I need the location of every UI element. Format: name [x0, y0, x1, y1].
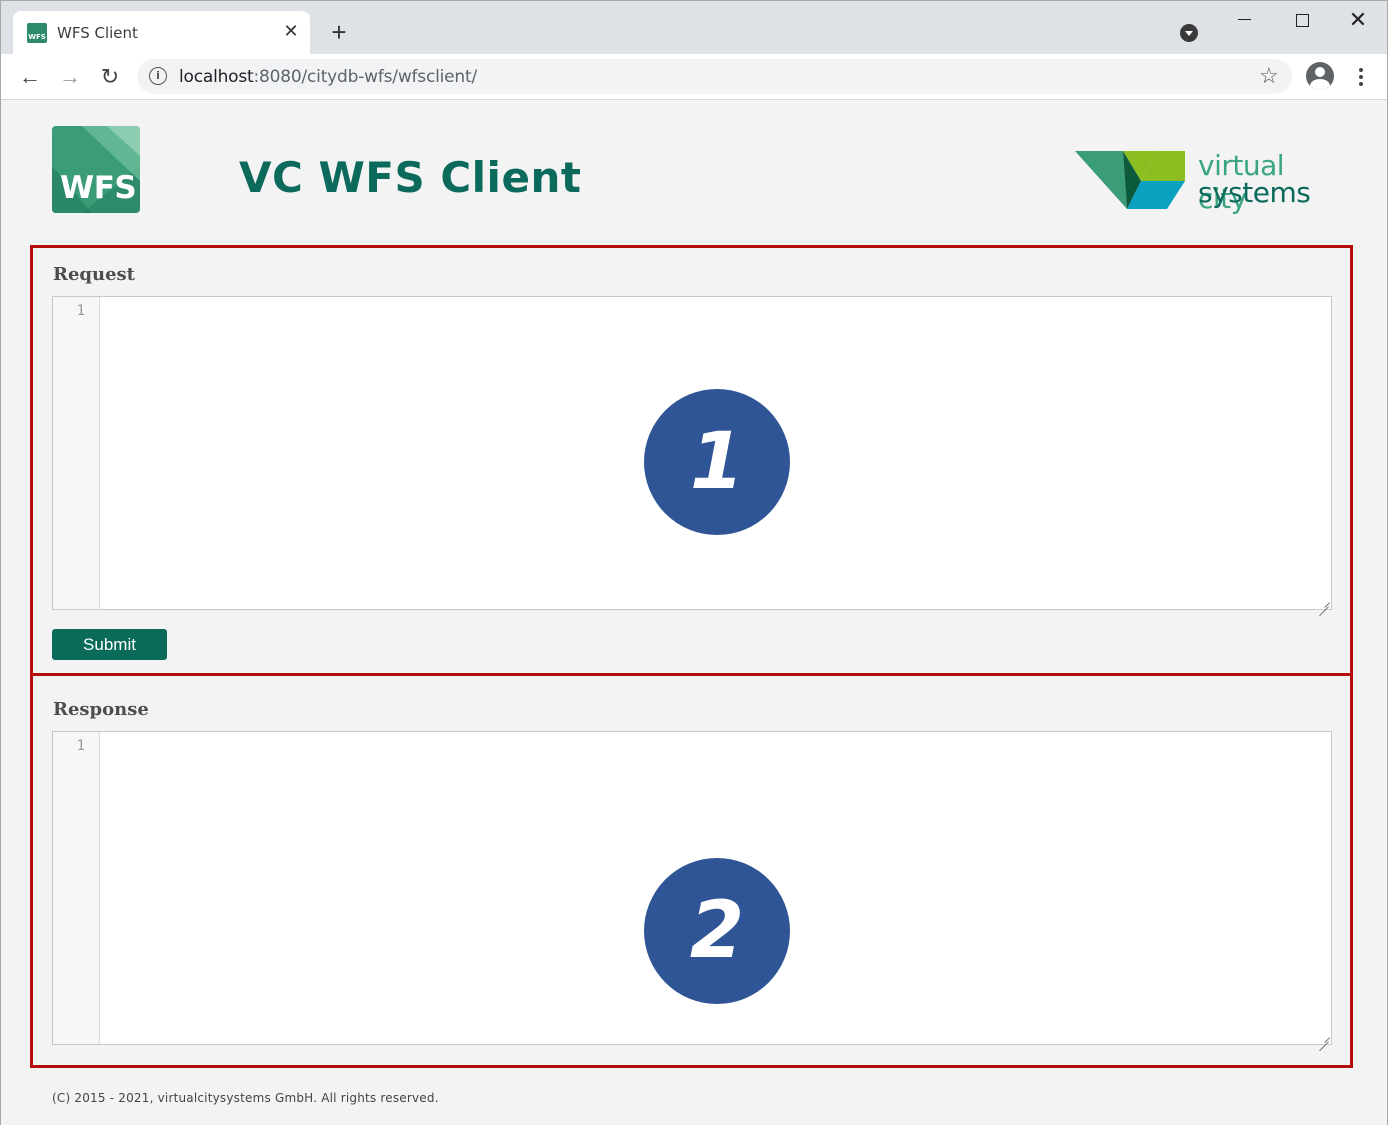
url-path: :8080/citydb-wfs/wfsclient/ — [253, 67, 478, 87]
virtualcitysystems-logo: virtual city systems — [1075, 149, 1330, 215]
browser-tab[interactable]: WFS WFS Client ✕ — [13, 11, 310, 54]
forward-arrow-icon[interactable]: → — [55, 62, 85, 92]
minimize-icon[interactable] — [1230, 7, 1260, 33]
close-window-icon[interactable]: ✕ — [1343, 7, 1373, 33]
line-number: 1 — [76, 303, 85, 319]
url-host: localhost — [179, 67, 254, 87]
maximize-icon[interactable] — [1287, 7, 1317, 33]
bookmark-star-icon[interactable]: ☆ — [1259, 63, 1279, 89]
info-icon[interactable]: i — [149, 67, 167, 85]
response-gutter: 1 — [53, 732, 100, 1044]
footer-copyright: (C) 2015 - 2021, virtualcitysystems GmbH… — [52, 1091, 439, 1105]
back-arrow-icon[interactable]: ← — [15, 62, 45, 92]
close-tab-icon[interactable]: ✕ — [281, 21, 301, 41]
browser-toolbar: ← → ↻ i localhost:8080/citydb-wfs/wfscli… — [1, 54, 1387, 100]
request-gutter: 1 — [53, 297, 100, 609]
page-title: VC WFS Client — [239, 153, 582, 202]
address-bar[interactable]: i localhost:8080/citydb-wfs/wfsclient/ ☆ — [137, 59, 1292, 94]
tab-search-icon[interactable] — [1180, 24, 1198, 42]
response-editor[interactable]: 1 2 — [52, 731, 1332, 1045]
reload-icon[interactable]: ↻ — [95, 62, 125, 92]
wfs-favicon-icon: WFS — [27, 23, 47, 43]
resize-handle-icon[interactable] — [1319, 1032, 1329, 1042]
response-section: Response 1 2 — [30, 673, 1353, 1068]
callout-marker-2: 2 — [644, 858, 790, 1004]
request-label: Request — [53, 264, 135, 285]
resize-handle-icon[interactable] — [1319, 597, 1329, 607]
callout-marker-1: 1 — [644, 389, 790, 535]
vcs-logo-mark-icon — [1075, 151, 1185, 209]
request-section: Request 1 1 Submit — [30, 245, 1353, 676]
page-content: WFS VC WFS Client virtual city systems R… — [1, 101, 1387, 1125]
brand-line-2: systems — [1198, 176, 1311, 209]
browser-window: WFS WFS Client ✕ + ✕ ← → ↻ i localhost:8… — [0, 0, 1388, 1125]
line-number: 1 — [76, 738, 85, 754]
kebab-menu-icon[interactable] — [1351, 62, 1371, 92]
tab-title: WFS Client — [57, 24, 138, 42]
wfs-logo-text: WFS — [60, 170, 137, 206]
profile-avatar-icon[interactable] — [1306, 62, 1334, 90]
wfs-logo: WFS — [52, 126, 140, 213]
submit-button[interactable]: Submit — [52, 629, 167, 660]
response-label: Response — [53, 699, 149, 720]
url-text[interactable]: localhost:8080/citydb-wfs/wfsclient/ — [179, 67, 477, 87]
tab-strip: WFS WFS Client ✕ + ✕ — [1, 1, 1387, 54]
new-tab-icon[interactable]: + — [326, 19, 352, 45]
request-editor[interactable]: 1 1 — [52, 296, 1332, 610]
